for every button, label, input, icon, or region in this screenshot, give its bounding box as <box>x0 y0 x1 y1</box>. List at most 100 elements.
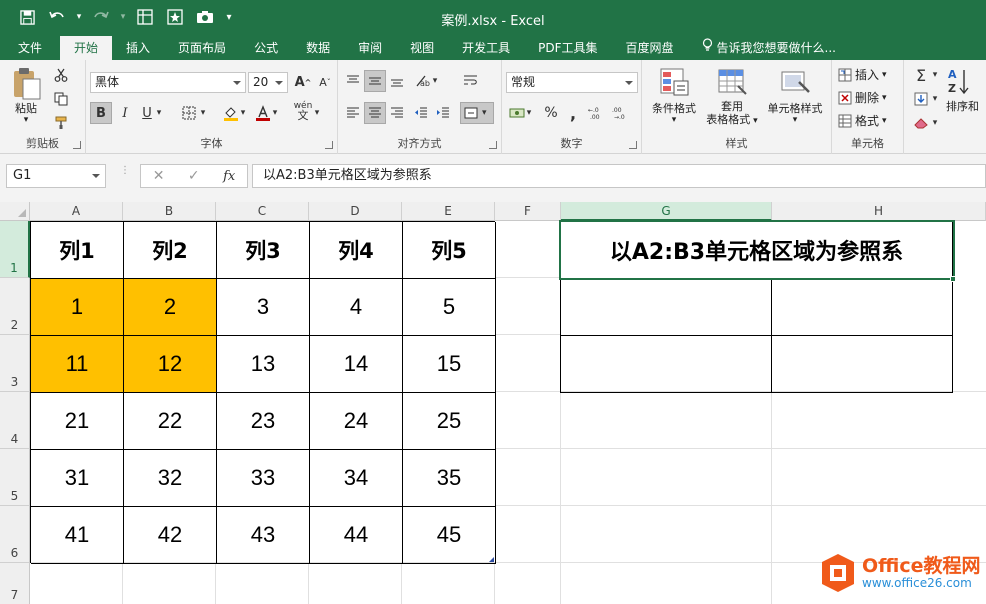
tell-me-box[interactable]: 告诉我您想要做什么... <box>688 36 850 60</box>
comma-button[interactable]: , <box>562 102 584 124</box>
data-cell[interactable]: 32 <box>124 450 217 507</box>
font-color-dropdown-icon[interactable]: ▾ <box>270 102 280 124</box>
header-cell[interactable]: 列4 <box>310 222 403 279</box>
column-header-e[interactable]: E <box>402 202 495 221</box>
row-header-2[interactable]: 2 <box>0 278 30 335</box>
tab-insert[interactable]: 插入 <box>112 36 164 60</box>
clear-dropdown-icon[interactable]: ▾ <box>930 112 940 134</box>
data-cell[interactable]: 33 <box>217 450 310 507</box>
column-header-c[interactable]: C <box>216 202 309 221</box>
wrap-text-icon[interactable] <box>460 70 482 92</box>
data-cell[interactable]: 31 <box>31 450 124 507</box>
increase-decimal-icon[interactable]: ←.0.00 <box>586 102 608 124</box>
format-as-table-button[interactable]: 套用 表格格式 ▾ <box>702 66 762 126</box>
alignment-launcher-icon[interactable] <box>489 141 497 149</box>
align-top-icon[interactable] <box>342 70 364 92</box>
align-left-icon[interactable] <box>342 102 364 124</box>
column-header-a[interactable]: A <box>30 202 123 221</box>
tab-view[interactable]: 视图 <box>396 36 448 60</box>
data-cell[interactable]: 13 <box>217 336 310 393</box>
tab-page-layout[interactable]: 页面布局 <box>164 36 240 60</box>
tab-review[interactable]: 审阅 <box>344 36 396 60</box>
merge-center-icon[interactable]: ▾ <box>460 102 494 124</box>
underline-dropdown-icon[interactable]: ▾ <box>154 102 164 124</box>
bold-button[interactable]: B <box>90 102 112 124</box>
result-cell[interactable] <box>561 279 772 336</box>
clear-icon[interactable] <box>910 112 932 134</box>
column-header-b[interactable]: B <box>123 202 216 221</box>
header-cell[interactable]: 列5 <box>403 222 496 279</box>
data-cell[interactable]: 11 <box>31 336 124 393</box>
enter-icon[interactable]: ✓ <box>188 168 200 184</box>
data-cell[interactable]: 42 <box>124 507 217 564</box>
paste-button[interactable]: 粘贴 ▾ <box>6 66 46 125</box>
align-center-icon[interactable] <box>364 102 386 124</box>
data-cell[interactable]: 43 <box>217 507 310 564</box>
row-header-1[interactable]: 1 <box>0 221 30 278</box>
borders-dropdown-icon[interactable]: ▾ <box>198 102 208 124</box>
copy-icon[interactable] <box>50 88 72 110</box>
tab-developer[interactable]: 开发工具 <box>448 36 524 60</box>
tab-file[interactable]: 文件 <box>0 36 60 60</box>
align-bottom-icon[interactable] <box>386 70 408 92</box>
cell-styles-button[interactable]: 单元格样式 ▾ <box>762 66 828 125</box>
align-right-icon[interactable] <box>386 102 408 124</box>
worksheet-grid[interactable]: A B C D E F G H 1 2 3 4 5 6 7 列1 列2 列3 列… <box>0 202 986 604</box>
column-header-d[interactable]: D <box>309 202 402 221</box>
header-cell[interactable]: 列2 <box>124 222 217 279</box>
select-all-button[interactable] <box>0 202 30 221</box>
data-cell[interactable]: 45 <box>403 507 496 564</box>
fill-color-dropdown-icon[interactable]: ▾ <box>238 102 248 124</box>
data-cell[interactable]: 1 <box>31 279 124 336</box>
header-cell[interactable]: 列3 <box>217 222 310 279</box>
result-cell[interactable] <box>772 279 952 336</box>
accounting-dropdown-icon[interactable]: ▾ <box>524 102 534 124</box>
grow-font-button[interactable]: A ^ <box>292 71 314 93</box>
autosum-icon[interactable]: Σ <box>910 64 932 86</box>
row-header-7[interactable]: 7 <box>0 563 30 604</box>
format-painter-icon[interactable] <box>50 112 72 134</box>
data-cell[interactable]: 5 <box>403 279 496 336</box>
formula-input[interactable]: 以A2:B3单元格区域为参照系 <box>252 164 986 188</box>
tab-pdf-tools[interactable]: PDF工具集 <box>524 36 611 60</box>
fill-icon[interactable] <box>910 88 932 110</box>
tab-data[interactable]: 数据 <box>292 36 344 60</box>
data-cell[interactable]: 23 <box>217 393 310 450</box>
autosum-dropdown-icon[interactable]: ▾ <box>930 64 940 86</box>
table-resize-handle-icon[interactable] <box>489 557 494 562</box>
tab-formulas[interactable]: 公式 <box>240 36 292 60</box>
font-family-dropdown[interactable]: 黑体 <box>90 72 246 93</box>
borders-icon[interactable] <box>178 102 200 124</box>
decrease-indent-icon[interactable] <box>410 102 432 124</box>
result-cell[interactable] <box>561 336 772 392</box>
row-header-6[interactable]: 6 <box>0 506 30 563</box>
fill-handle[interactable] <box>950 276 956 282</box>
number-launcher-icon[interactable] <box>629 141 637 149</box>
shrink-font-button[interactable]: Aˇ <box>314 71 336 93</box>
format-cells-button[interactable]: 格式 ▾ <box>838 112 887 129</box>
data-cell[interactable]: 41 <box>31 507 124 564</box>
tab-baidu-netdisk[interactable]: 百度网盘 <box>612 36 688 60</box>
data-cell[interactable]: 15 <box>403 336 496 393</box>
cancel-icon[interactable]: ✕ <box>153 168 165 184</box>
sort-filter-button[interactable]: AZ 排序和 <box>946 66 986 114</box>
phonetic-dropdown-icon[interactable]: ▾ <box>312 102 322 124</box>
cut-icon[interactable] <box>50 64 72 86</box>
italic-button[interactable]: I <box>114 102 136 124</box>
data-cell[interactable]: 12 <box>124 336 217 393</box>
row-header-3[interactable]: 3 <box>0 335 30 392</box>
delete-cells-button[interactable]: 删除 ▾ <box>838 89 887 106</box>
number-format-dropdown[interactable]: 常规 <box>506 72 638 93</box>
data-cell[interactable]: 25 <box>403 393 496 450</box>
header-cell[interactable]: 列1 <box>31 222 124 279</box>
result-cell[interactable] <box>772 336 952 392</box>
column-header-g[interactable]: G <box>561 202 772 221</box>
percent-button[interactable]: % <box>540 102 562 124</box>
data-cell[interactable]: 14 <box>310 336 403 393</box>
clipboard-launcher-icon[interactable] <box>73 141 81 149</box>
data-cell[interactable]: 24 <box>310 393 403 450</box>
data-cell[interactable]: 35 <box>403 450 496 507</box>
insert-cells-button[interactable]: 插入 ▾ <box>838 66 887 83</box>
decrease-decimal-icon[interactable]: .00 →.0 <box>610 102 632 124</box>
data-cell[interactable]: 44 <box>310 507 403 564</box>
